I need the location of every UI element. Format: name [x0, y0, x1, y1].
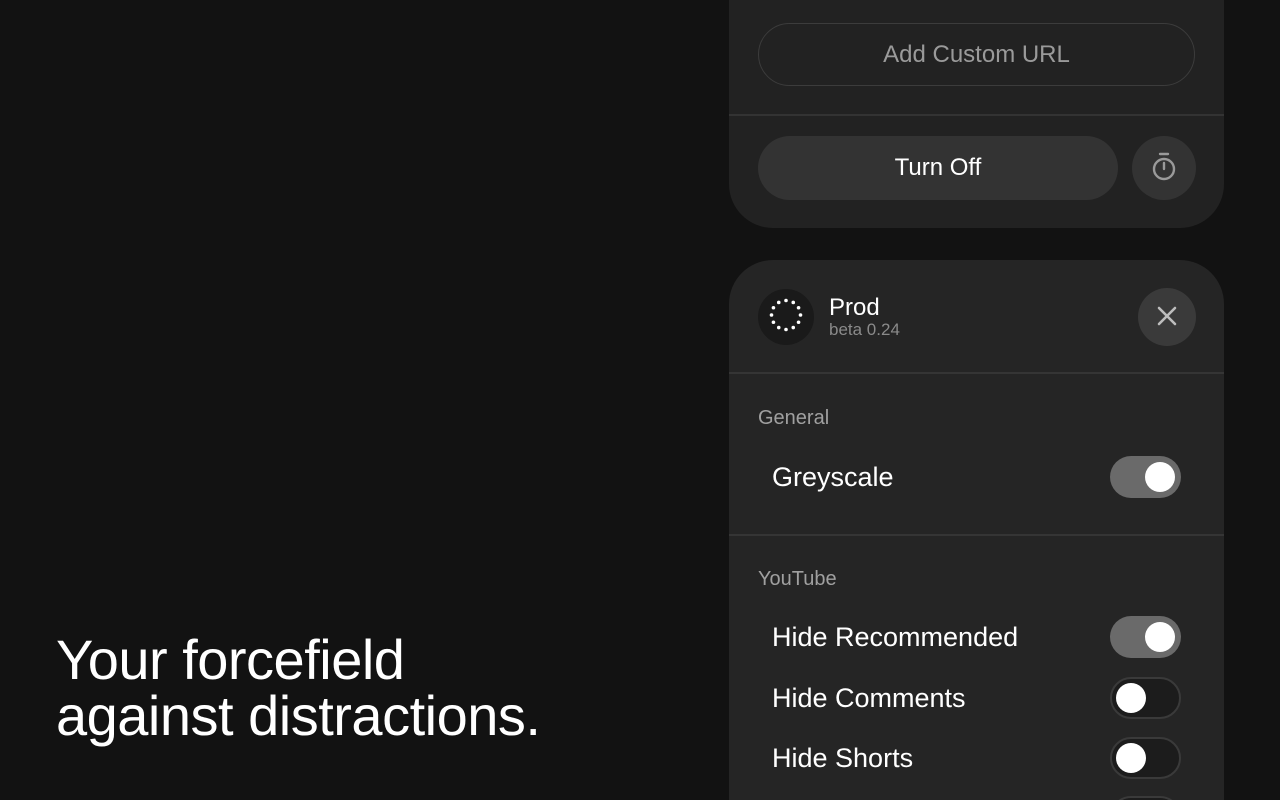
tagline-line-1: Your forcefield: [56, 628, 405, 691]
hide-recommended-toggle[interactable]: [1110, 616, 1181, 658]
toggle-knob: [1145, 462, 1175, 492]
turn-off-button[interactable]: Turn Off: [758, 136, 1118, 200]
hide-recommended-label: Hide Recommended: [772, 622, 1019, 652]
app-name: Prod: [829, 294, 880, 321]
divider: [729, 534, 1224, 536]
stopwatch-icon: [1150, 152, 1178, 185]
hide-shorts-label: Hide Shorts: [772, 743, 914, 773]
controls-card: Add Custom URL Turn Off: [729, 0, 1224, 228]
card-header: Prod beta 0.24: [729, 260, 1224, 373]
close-icon: [1156, 305, 1178, 330]
divider: [729, 114, 1224, 116]
toggle-knob: [1145, 622, 1175, 652]
hide-shorts-toggle[interactable]: [1110, 737, 1181, 779]
tagline-line-2: against distractions.: [56, 684, 541, 747]
section-label-general: General: [758, 407, 830, 429]
divider: [729, 372, 1224, 374]
tagline: Your forcefield against distractions.: [56, 628, 541, 747]
close-button[interactable]: [1138, 288, 1196, 346]
toggle-knob: [1116, 743, 1146, 773]
app-logo: [758, 289, 814, 345]
app-window: Your forcefield against distractions. Ad…: [0, 0, 1280, 800]
hide-comments-label: Hide Comments: [772, 683, 966, 713]
app-version: beta 0.24: [829, 320, 900, 339]
add-custom-url-button[interactable]: Add Custom URL: [758, 23, 1195, 86]
next-setting-toggle[interactable]: [1110, 796, 1181, 800]
timer-button[interactable]: [1132, 136, 1196, 200]
dotted-circle-icon: [768, 297, 804, 338]
settings-card: Prod beta 0.24 General Greyscale YouTube…: [729, 260, 1224, 800]
greyscale-toggle[interactable]: [1110, 456, 1181, 498]
section-label-youtube: YouTube: [758, 568, 837, 590]
hide-comments-toggle[interactable]: [1110, 677, 1181, 719]
greyscale-label: Greyscale: [772, 462, 894, 492]
toggle-knob: [1116, 683, 1146, 713]
